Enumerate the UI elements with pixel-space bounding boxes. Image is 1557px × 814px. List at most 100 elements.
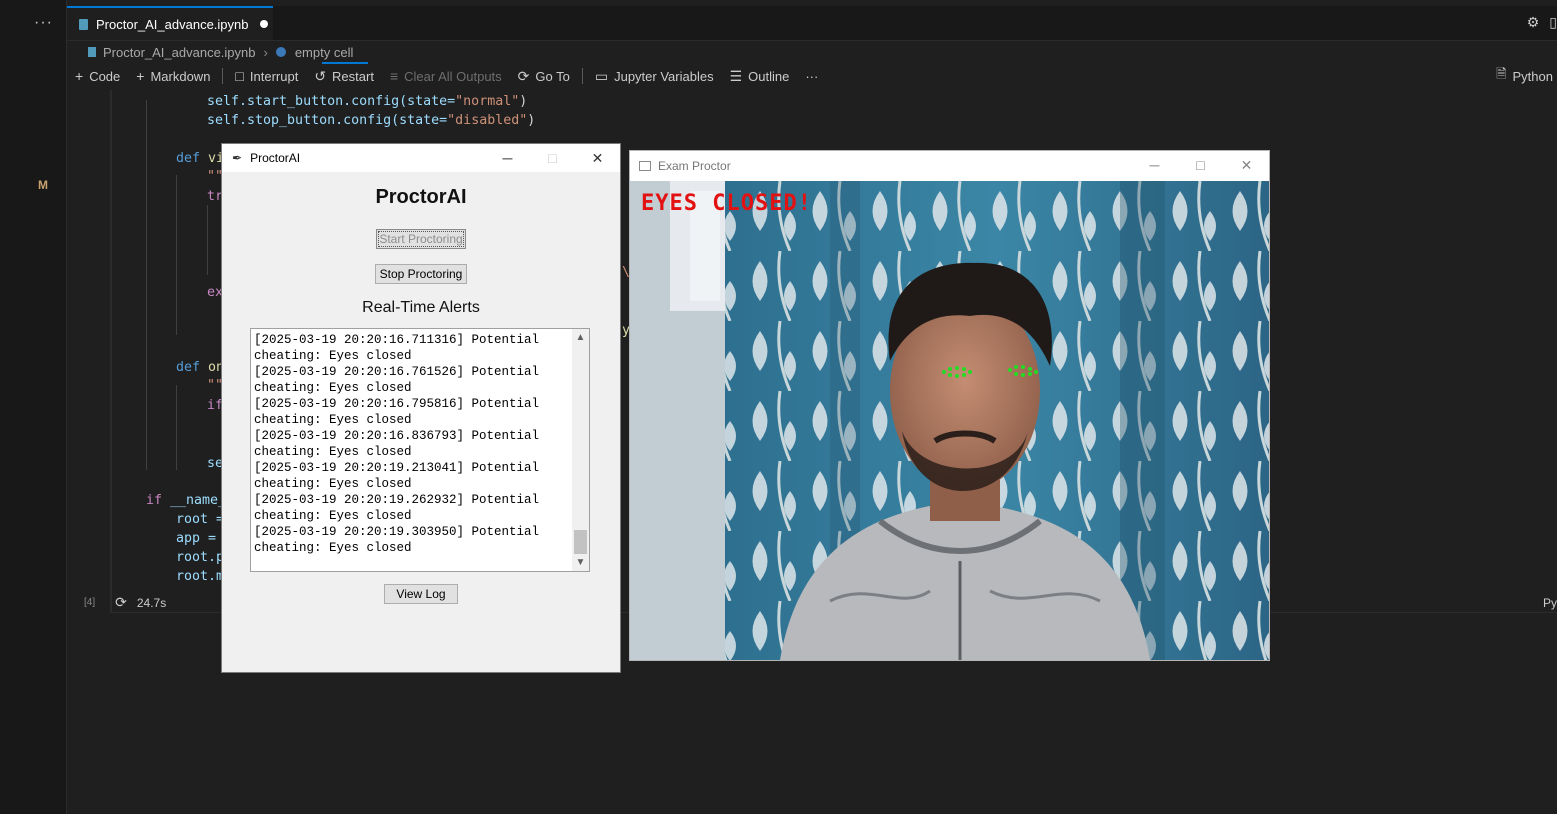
interrupt-label: Interrupt (249, 68, 299, 84)
breadcrumb: Proctor_AI_advance.ipynb › empty cell (88, 43, 353, 61)
close-icon[interactable]: ✕ (575, 144, 620, 172)
maximize-icon[interactable]: □ (530, 144, 575, 172)
alert-line: [2025-03-19 20:20:19.213041] Potential (254, 461, 540, 475)
code-line[interactable]: def vi (176, 151, 224, 166)
breadcrumb-file[interactable]: Proctor_AI_advance.ipynb (103, 45, 255, 60)
file-icon (79, 18, 88, 30)
close-icon[interactable]: ✕ (1224, 151, 1269, 179)
tab-label: Proctor_AI_advance.ipynb (96, 16, 249, 32)
stop-square-icon: □ (235, 68, 244, 84)
jupyter-variables-label: Jupyter Variables (614, 68, 714, 84)
notebook-toolbar: + Code + Markdown □ Interrupt ↺ Restart ≡ Cle… (67, 64, 1557, 88)
alert-line: [2025-03-19 20:20:16.836793] Potential (254, 429, 540, 443)
scroll-up-icon[interactable]: ▲ (572, 329, 589, 346)
camera-window-title: Exam Proctor (658, 159, 731, 173)
code-string: "normal" (455, 94, 520, 109)
list-icon: ☰ (729, 67, 743, 84)
alert-line: [2025-03-19 20:20:19.303950] Potential (254, 525, 540, 539)
alert-line: cheating: Eyes closed (254, 413, 412, 427)
code-line[interactable]: app = (176, 531, 216, 546)
chevron-right-icon: › (263, 44, 268, 60)
cell-status: [4] ⟳ 24.7s (84, 594, 166, 611)
alerts-textbox[interactable]: [2025-03-19 20:20:16.711316] Potential ch… (250, 328, 590, 572)
code-text: self.stop_button.config(state= (207, 113, 448, 128)
interrupt-button[interactable]: □ Interrupt (227, 68, 306, 84)
alert-line: cheating: Eyes closed (254, 349, 412, 363)
go-to-button[interactable]: ⟳ Go To (510, 68, 578, 85)
tab-notebook[interactable]: Proctor_AI_advance.ipynb (67, 6, 273, 40)
alerts-log: [2025-03-19 20:20:16.711316] Potential ch… (254, 332, 574, 556)
code-line[interactable]: root = (176, 512, 224, 527)
alert-line: cheating: Eyes closed (254, 477, 412, 491)
view-log-button[interactable]: View Log (384, 584, 458, 604)
indent-guide (207, 205, 208, 275)
kernel-picker[interactable]: 🗎 Python (1496, 64, 1553, 88)
clear-all-outputs-label: Clear All Outputs (404, 68, 502, 84)
maximize-icon[interactable]: □ (1178, 151, 1223, 179)
start-proctoring-button[interactable]: Start Proctoring (376, 229, 466, 249)
cell-language[interactable]: Py (1543, 596, 1557, 610)
file-icon (88, 47, 96, 57)
variables-icon: ▭ (594, 67, 609, 84)
alerts-scrollbar[interactable]: ▲ ▼ (572, 329, 589, 571)
app-heading: ProctorAI (375, 186, 467, 208)
jupyter-variables-button[interactable]: ▭ Jupyter Variables (587, 68, 722, 85)
restart-label: Restart (332, 68, 374, 84)
outline-button[interactable]: ☰ Outline (722, 68, 798, 85)
split-editor-icon[interactable]: ▯ (1549, 14, 1557, 31)
alert-line: [2025-03-19 20:20:16.761526] Potential (254, 365, 540, 379)
minimize-icon[interactable]: ─ (1132, 151, 1177, 179)
cell-gutter (110, 90, 112, 612)
restart-button[interactable]: ↺ Restart (306, 68, 382, 85)
alerts-heading: Real-Time Alerts (362, 299, 480, 316)
activity-bar: ··· M (0, 0, 67, 814)
code-keyword: def (176, 151, 201, 166)
stop-proctoring-button[interactable]: Stop Proctoring (375, 264, 467, 284)
code-line[interactable]: def on (176, 360, 224, 375)
gear-icon[interactable]: ⚙ (1527, 14, 1540, 31)
proctor-window: ✒ ProctorAI ─ □ ✕ ProctorAI Start Procto… (221, 143, 621, 673)
code-line[interactable]: if __name_ (146, 493, 226, 508)
indent-guide (176, 385, 177, 470)
camera-feed: EYES CLOSED! (630, 181, 1269, 660)
scroll-thumb[interactable] (574, 530, 587, 554)
execution-count: [4] (84, 597, 96, 608)
unsaved-dot-icon[interactable] (260, 20, 269, 28)
modified-marker: M (38, 178, 48, 192)
alert-line: cheating: Eyes closed (254, 541, 412, 555)
camera-titlebar[interactable]: Exam Proctor ─ □ ✕ (630, 151, 1269, 181)
code-text: self.start_button.config(state= (207, 94, 456, 109)
alert-line: [2025-03-19 20:20:16.795816] Potential (254, 397, 540, 411)
code-line[interactable]: self.start_button.config(state="normal") (207, 94, 527, 109)
proctor-titlebar[interactable]: ✒ ProctorAI ─ □ ✕ (222, 144, 620, 172)
code-keyword: if (146, 493, 163, 508)
alert-line: [2025-03-19 20:20:16.711316] Potential (254, 333, 540, 347)
code-line[interactable]: root.p (176, 550, 224, 565)
more-toolbar-label: ··· (805, 68, 819, 84)
more-toolbar-button[interactable]: ··· (797, 69, 826, 84)
alert-line: cheating: Eyes closed (254, 381, 412, 395)
plus-icon: + (136, 68, 145, 84)
go-to-icon: ⟳ (517, 67, 530, 84)
add-markdown-label: Markdown (150, 68, 211, 84)
python-icon (275, 47, 286, 57)
code-line[interactable]: root.m (176, 569, 224, 584)
add-markdown-button[interactable]: + Markdown (128, 68, 218, 84)
alert-line: cheating: Eyes closed (254, 445, 412, 459)
clear-all-outputs-button[interactable]: ≡ Clear All Outputs (382, 68, 510, 84)
add-code-button[interactable]: + Code (67, 68, 128, 84)
execution-duration: 24.7s (136, 595, 167, 610)
go-to-label: Go To (535, 68, 570, 84)
toolbar-divider (222, 68, 224, 84)
window-app-icon (639, 161, 651, 171)
scroll-down-icon[interactable]: ▼ (572, 554, 589, 571)
indent-guide (146, 100, 147, 470)
code-line[interactable]: self.stop_button.config(state="disabled"… (207, 113, 535, 128)
minimize-icon[interactable]: ─ (485, 144, 530, 172)
window-title: ProctorAI (250, 151, 301, 165)
more-actions-icon[interactable]: ··· (34, 14, 53, 32)
indent-guide (176, 175, 177, 335)
toolbar-divider (581, 68, 583, 84)
refresh-icon: ⟳ (115, 594, 127, 610)
breadcrumb-cell[interactable]: empty cell (295, 45, 354, 60)
